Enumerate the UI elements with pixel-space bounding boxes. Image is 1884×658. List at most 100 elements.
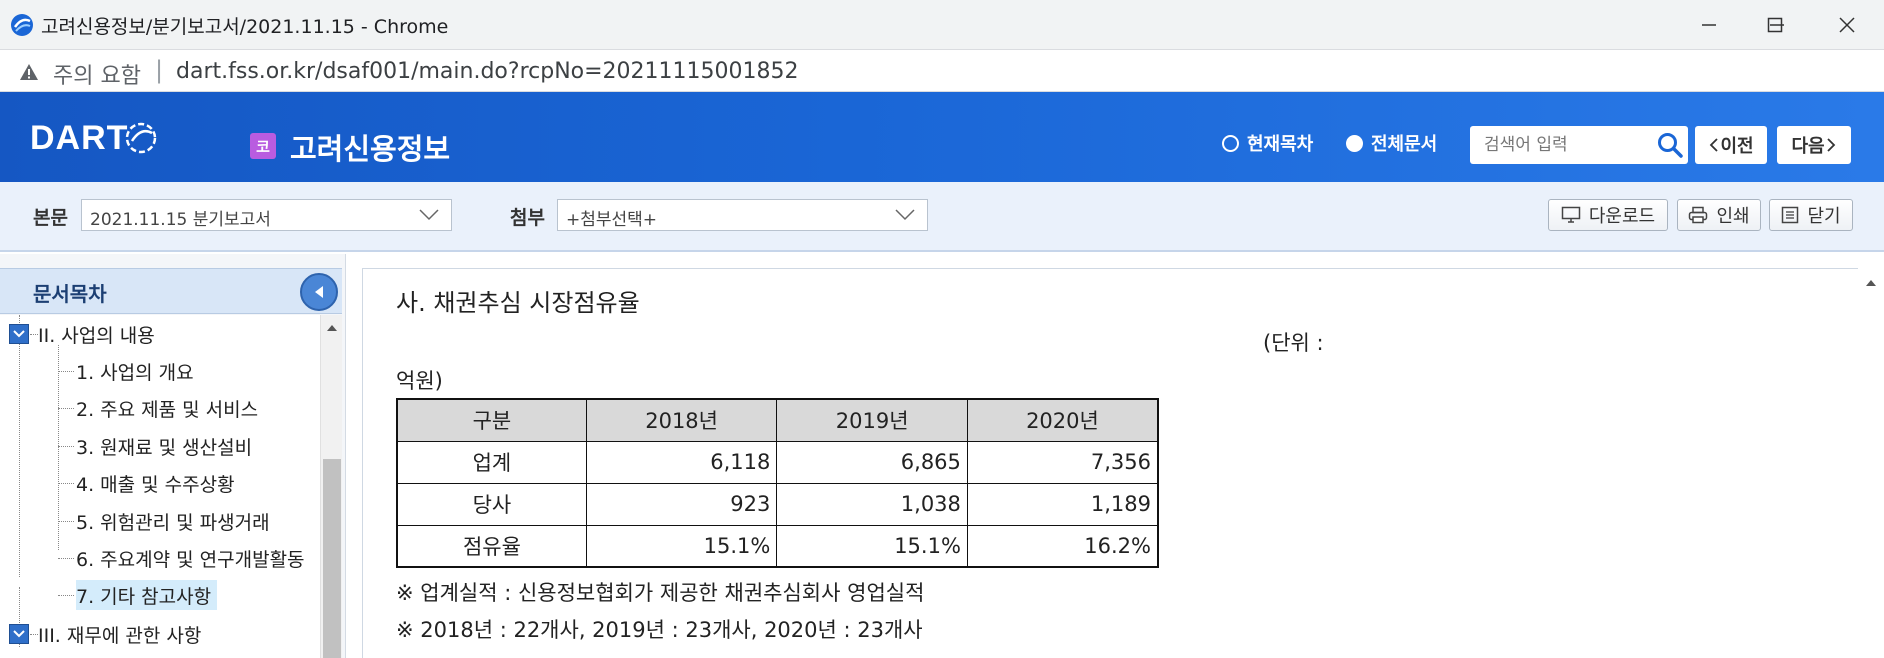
table-row: 업계 6,118 6,865 7,356 [396,440,1159,484]
tree-connector [58,345,59,550]
warning-icon [20,64,38,80]
document-scrollbar[interactable] [1858,268,1884,658]
toc-panel: 문서목차 II. 사업의 내용 1. 사업의 개요 2. 주요 제품 및 서비스… [0,254,346,658]
radio-current-toc[interactable]: 현재목차 [1222,130,1313,156]
toc-section-ii[interactable]: II. 사업의 내용 [38,319,155,349]
main-doc-select-value: 2021.11.15 분기보고서 [90,210,271,230]
table-row: 당사 923 1,038 1,189 [396,482,1159,526]
triangle-left-icon [315,286,323,298]
scroll-up-icon[interactable] [1861,276,1881,290]
chevron-right-icon [1826,138,1835,152]
table-header-row: 구분 2018년 2019년 2020년 [396,398,1159,442]
table-cell: 6,865 [776,440,968,484]
tree-connector [58,408,74,409]
browser-title-bar: 고려신용정보/분기보고서/2021.11.15 - Chrome [0,0,1884,50]
toc-item-6[interactable]: 6. 주요계약 및 연구개발활동 [76,543,305,573]
toc-item-2[interactable]: 2. 주요 제품 및 서비스 [76,393,258,423]
company-name: 고려신용정보 [290,132,451,166]
chevron-down-icon [419,209,439,221]
table-header-cell: 구분 [396,398,587,442]
unit-note-part1: (단위 : [1263,331,1324,355]
minimize-button-ctl[interactable] [1676,0,1742,50]
toc-item-1[interactable]: 1. 사업의 개요 [76,356,194,386]
document-toolbar: 본문 2021.11.15 분기보고서 첨부 +첨부선택+ 다운로드 인쇄 닫기 [0,182,1884,252]
print-label: 인쇄 [1716,206,1750,227]
minimize-icon [1702,24,1716,26]
chevron-down-icon [895,209,915,221]
tree-connector [58,371,74,372]
radio-selected-icon [1346,134,1363,152]
toc-scrollbar[interactable] [320,315,342,658]
maximize-icon [1767,17,1783,33]
table-cell: 923 [585,482,778,526]
radio-all-document[interactable]: 전체문서 [1346,130,1437,156]
toc-section-iii[interactable]: III. 재무에 관한 사항 [38,619,201,649]
scroll-up-icon[interactable] [322,321,342,335]
table-cell: 15.1% [776,524,968,568]
tree-connector [58,521,74,522]
document-viewer: 사. 채권추심 시장점유율 (단위 : 억원) 구분 2018년 2019년 2… [362,268,1884,658]
toc-tree: II. 사업의 내용 1. 사업의 개요 2. 주요 제품 및 서비스 3. 원… [0,315,320,658]
attach-label: 첨부 [510,207,545,229]
toc-item-3[interactable]: 3. 원재료 및 생산설비 [76,431,252,461]
table-row-header: 업계 [396,440,587,484]
table-cell: 1,189 [966,482,1159,526]
table-cell: 7,356 [966,440,1159,484]
maximize-button-ctl[interactable] [1742,0,1808,50]
security-warning-label[interactable]: 주의 요함 [53,58,141,90]
table-row: 점유율 15.1% 15.1% 16.2% [396,524,1159,568]
toc-item-4[interactable]: 4. 매출 및 수주상황 [76,468,235,498]
search-icon[interactable] [1656,131,1684,159]
tree-connector [58,446,74,447]
section-title: 사. 채권추심 시장점유율 [396,289,640,317]
dart-logo[interactable]: DART [30,118,158,158]
toc-item-7-selected[interactable]: 7. 기타 참고사항 [76,580,218,610]
address-bar[interactable]: 주의 요함 | dart.fss.or.kr/dsaf001/main.do?r… [0,50,1884,92]
document-close-icon [1782,206,1799,224]
close-icon [1839,17,1855,33]
close-window-button[interactable] [1814,0,1880,50]
table-header-cell: 2018년 [585,398,778,442]
radio-all-label: 전체문서 [1371,134,1438,155]
close-doc-button[interactable]: 닫기 [1769,199,1853,231]
attach-select-value: +첨부선택+ [566,210,658,230]
tree-connector [19,341,20,577]
table-cell: 15.1% [585,524,778,568]
toc-collapse-button[interactable] [300,273,338,311]
tree-connector [58,558,74,559]
company-badge: 코 [250,133,276,159]
footnote-industry: ※ 업계실적 : 신용정보협회가 제공한 채권추심회사 영업실적 [396,581,925,605]
toc-item-5[interactable]: 5. 위험관리 및 파생거래 [76,506,270,536]
radio-current-label: 현재목차 [1247,134,1314,155]
print-button[interactable]: 인쇄 [1677,199,1761,231]
print-icon [1689,206,1708,224]
section-ii-toggle[interactable] [9,324,29,344]
attach-select[interactable]: +첨부선택+ [557,199,928,231]
section-iii-toggle[interactable] [9,624,29,644]
table-header-cell: 2020년 [966,398,1159,442]
main-doc-select[interactable]: 2021.11.15 분기보고서 [81,199,452,231]
search-box [1470,126,1688,164]
table-row-header: 점유율 [396,524,587,568]
tree-connector [30,334,38,335]
prev-button[interactable]: 이전 [1695,126,1767,164]
toc-title: 문서목차 [33,282,107,306]
search-input[interactable] [1484,132,1644,158]
toc-scroll-thumb[interactable] [323,459,341,658]
chevron-left-icon [1710,138,1719,152]
radio-unselected-icon [1222,134,1239,152]
tree-connector [58,483,74,484]
logo-text: DART [30,118,129,157]
tree-connector [30,634,38,635]
tree-connector [58,595,74,596]
table-cell: 1,038 [776,482,968,526]
download-button[interactable]: 다운로드 [1548,199,1668,231]
table-cell: 16.2% [966,524,1159,568]
url-text[interactable]: dart.fss.or.kr/dsaf001/main.do?rcpNo=202… [176,59,799,84]
toc-header: 문서목차 [0,268,342,314]
download-label: 다운로드 [1588,206,1656,227]
table-cell: 6,118 [585,440,778,484]
next-button[interactable]: 다음 [1777,126,1851,164]
window-title: 고려신용정보/분기보고서/2021.11.15 - Chrome [41,16,449,38]
logo-swirl-icon [126,122,157,154]
